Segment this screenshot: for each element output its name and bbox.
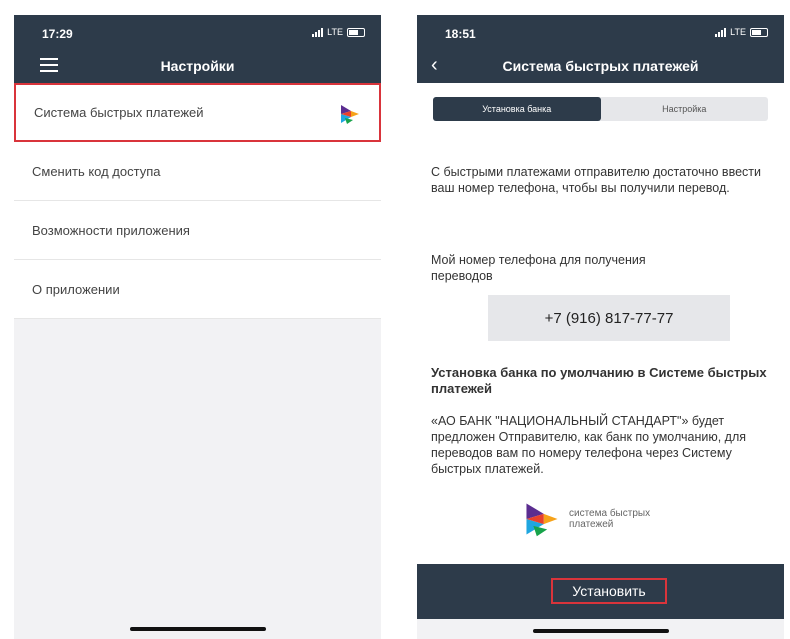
- settings-screen: 17:29 LTE Настройки Система быстрых плат…: [14, 15, 381, 639]
- nav-bar: Настройки: [14, 49, 381, 83]
- install-button[interactable]: Установить: [551, 578, 667, 604]
- page-title: Система быстрых платежей: [502, 58, 699, 74]
- segmented-control: Установка банка Настройка: [433, 97, 768, 121]
- sbp-screen: 18:51 LTE ‹ Система быстрых платежей Уст…: [417, 15, 784, 639]
- battery-icon: [347, 27, 365, 37]
- battery-icon: [750, 27, 768, 37]
- network-label: LTE: [730, 27, 746, 37]
- menu-item-label: Сменить код доступа: [32, 163, 161, 179]
- default-bank-text: «АО БАНК "НАЦИОНАЛЬНЫЙ СТАНДАРТ"» будет …: [431, 414, 747, 476]
- logo-line-2: платежей: [569, 519, 614, 530]
- menu-item-change-passcode[interactable]: Сменить код доступа: [14, 142, 381, 201]
- home-indicator: [532, 629, 669, 633]
- phone-number-field[interactable]: +7 (916) 817-77-77: [488, 295, 730, 341]
- network-label: LTE: [327, 27, 343, 37]
- menu-item-label: Система быстрых платежей: [34, 105, 204, 120]
- status-icons: LTE: [715, 27, 768, 37]
- sbp-logo-icon: [341, 105, 359, 124]
- page-title: Настройки: [160, 58, 235, 74]
- signal-icon: [312, 27, 324, 37]
- menu-item-sbp[interactable]: Система быстрых платежей: [14, 83, 381, 142]
- signal-icon: [715, 27, 727, 37]
- tab-settings[interactable]: Настройка: [601, 97, 769, 121]
- sbp-logo-icon: [526, 503, 558, 537]
- status-icons: LTE: [312, 27, 365, 37]
- status-bar: 17:29 LTE: [14, 15, 381, 49]
- status-bar: 18:51 LTE: [417, 15, 784, 49]
- sbp-logo-text: система быстрых платежей: [569, 508, 650, 530]
- status-time: 17:29: [42, 27, 73, 41]
- menu-item-label: Возможности приложения: [32, 222, 190, 238]
- footer-bar: Установить: [417, 564, 784, 619]
- tab-bank-setup[interactable]: Установка банка: [433, 97, 601, 121]
- intro-text: С быстрыми платежами отправителю достато…: [431, 165, 761, 195]
- phone-label: Мой номер телефона для получения перевод…: [431, 253, 646, 283]
- sbp-logo: система быстрых платежей: [523, 500, 650, 538]
- default-bank-heading: Установка банка по умолчанию в Системе б…: [431, 365, 767, 396]
- bottom-strip: [417, 619, 784, 639]
- nav-bar: ‹ Система быстрых платежей: [417, 49, 784, 83]
- home-indicator: [129, 627, 266, 631]
- status-time: 18:51: [445, 27, 476, 41]
- menu-item-label: О приложении: [32, 281, 120, 297]
- menu-item-about[interactable]: О приложении: [14, 260, 381, 319]
- menu-item-app-features[interactable]: Возможности приложения: [14, 201, 381, 260]
- logo-line-1: система быстрых: [569, 508, 651, 519]
